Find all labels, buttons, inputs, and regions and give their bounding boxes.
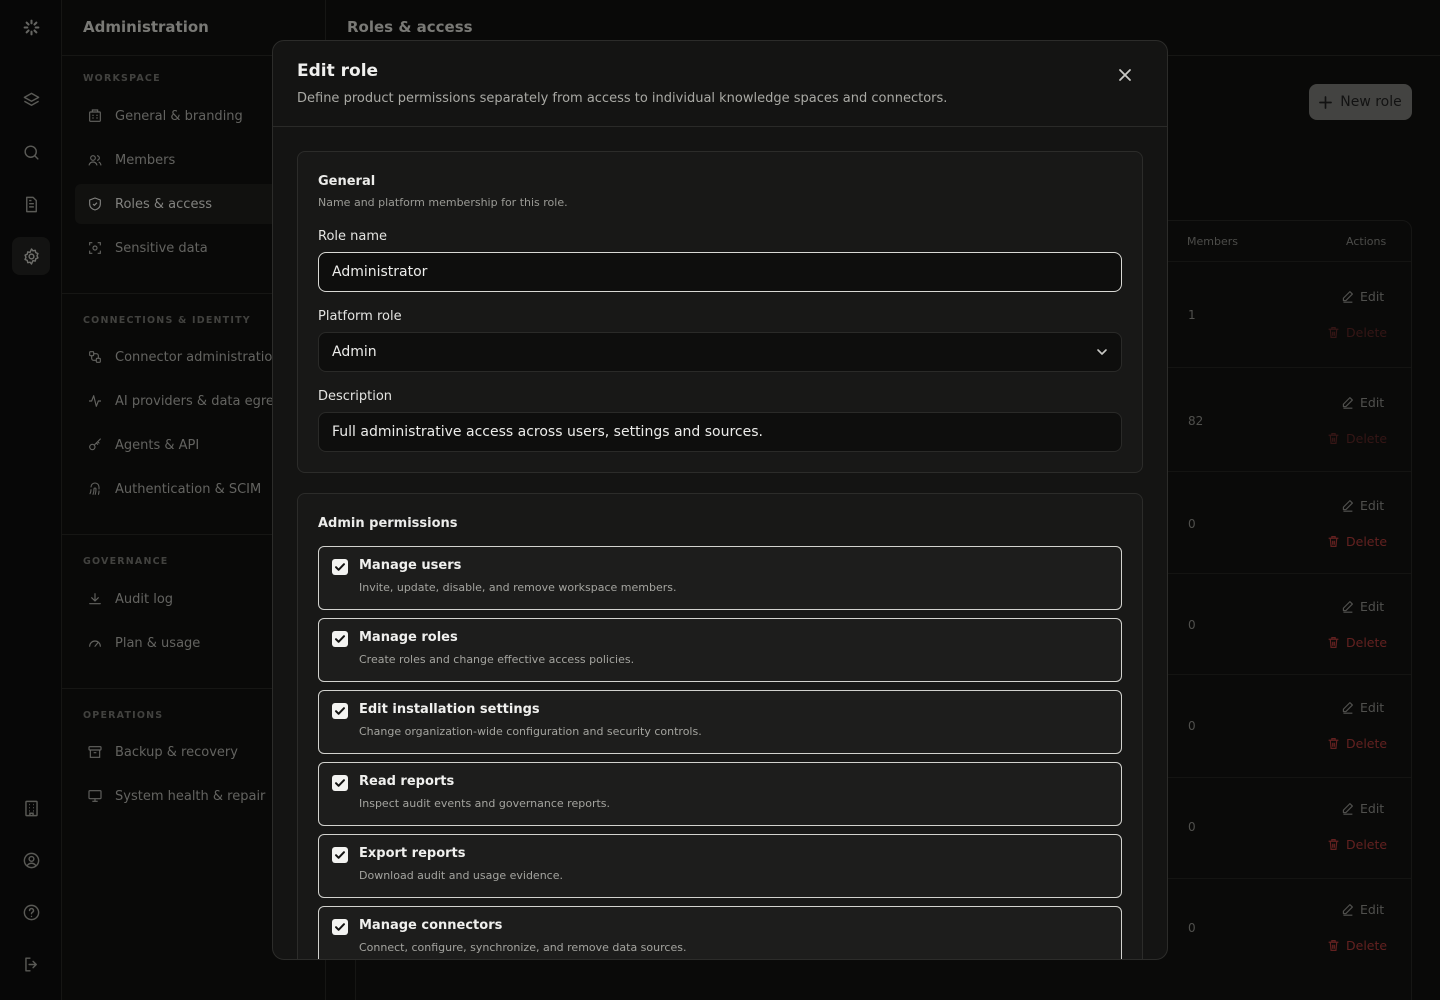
- permission-manage-users[interactable]: Manage users Invite, update, disable, an…: [318, 546, 1122, 610]
- close-button[interactable]: [1115, 65, 1135, 85]
- admin-permissions-section: Admin permissions Manage users Invite, u…: [297, 493, 1143, 959]
- chevron-down-icon: [1097, 349, 1107, 355]
- close-icon: [1119, 69, 1131, 81]
- permission-description: Connect, configure, synchronize, and rem…: [359, 941, 687, 954]
- check-icon: [335, 707, 345, 715]
- dialog-subtitle: Define product permissions separately fr…: [297, 91, 948, 106]
- section-subheading: Name and platform membership for this ro…: [318, 196, 568, 209]
- description-value: Full administrative access across users,…: [332, 424, 763, 440]
- general-section: General Name and platform membership for…: [297, 151, 1143, 473]
- check-icon: [335, 563, 345, 571]
- description-label: Description: [318, 389, 393, 404]
- section-heading: General: [318, 174, 376, 189]
- permission-read-reports[interactable]: Read reports Inspect audit events and go…: [318, 762, 1122, 826]
- checkbox[interactable]: [332, 919, 348, 935]
- description-input[interactable]: Full administrative access across users,…: [318, 412, 1122, 452]
- permission-edit-installation-settings[interactable]: Edit installation settings Change organi…: [318, 690, 1122, 754]
- permission-manage-roles[interactable]: Manage roles Create roles and change eff…: [318, 618, 1122, 682]
- dialog-title: Edit role: [297, 61, 379, 81]
- platform-role-value: Admin: [332, 344, 377, 360]
- check-icon: [335, 635, 345, 643]
- permission-title: Manage connectors: [359, 918, 503, 933]
- checkbox[interactable]: [332, 703, 348, 719]
- checkbox[interactable]: [332, 631, 348, 647]
- permission-title: Manage roles: [359, 630, 458, 645]
- platform-role-select[interactable]: Admin: [318, 332, 1122, 372]
- check-icon: [335, 779, 345, 787]
- permission-description: Inspect audit events and governance repo…: [359, 797, 611, 810]
- permission-title: Export reports: [359, 846, 466, 861]
- check-icon: [335, 851, 345, 859]
- permission-manage-connectors[interactable]: Manage connectors Connect, configure, sy…: [318, 906, 1122, 959]
- edit-role-dialog: Edit role Define product permissions sep…: [272, 40, 1168, 960]
- permission-title: Read reports: [359, 774, 455, 789]
- permission-title: Edit installation settings: [359, 702, 540, 717]
- permission-description: Download audit and usage evidence.: [359, 869, 563, 882]
- platform-role-label: Platform role: [318, 309, 402, 324]
- role-name-value: Administrator: [332, 264, 428, 280]
- section-heading: Admin permissions: [318, 516, 458, 531]
- divider: [273, 126, 1167, 127]
- checkbox[interactable]: [332, 847, 348, 863]
- permission-export-reports[interactable]: Export reports Download audit and usage …: [318, 834, 1122, 898]
- permission-description: Change organization-wide configuration a…: [359, 725, 702, 738]
- role-name-label: Role name: [318, 229, 388, 244]
- check-icon: [335, 923, 345, 931]
- permission-description: Create roles and change effective access…: [359, 653, 635, 666]
- permission-description: Invite, update, disable, and remove work…: [359, 581, 677, 594]
- permission-title: Manage users: [359, 558, 462, 573]
- checkbox[interactable]: [332, 775, 348, 791]
- checkbox[interactable]: [332, 559, 348, 575]
- role-name-input[interactable]: Administrator: [318, 252, 1122, 292]
